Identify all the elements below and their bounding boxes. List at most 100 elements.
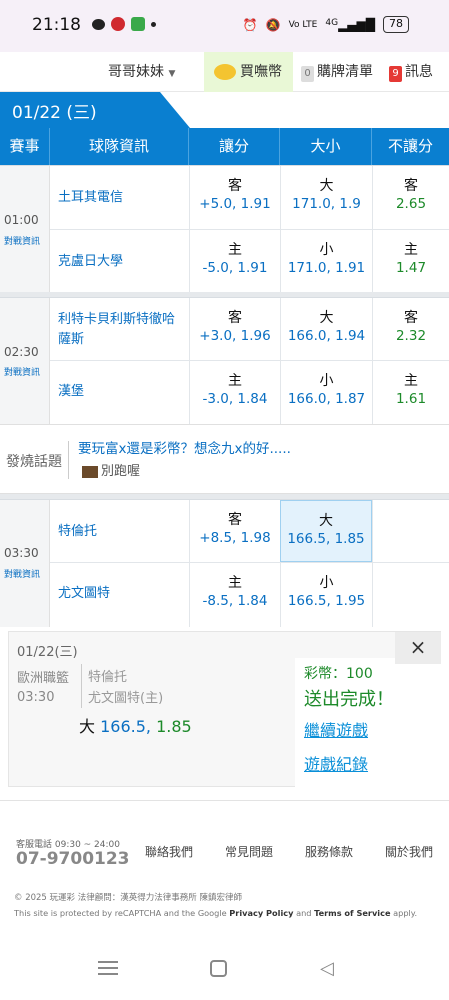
- footer-link-about[interactable]: 關於我們: [385, 843, 433, 860]
- odds-value: 2.65: [395, 196, 427, 212]
- odds-label: 客: [228, 178, 242, 194]
- hotline-number[interactable]: 07-9700123: [16, 849, 130, 869]
- battery-icon: 78: [383, 16, 409, 33]
- close-button[interactable]: ×: [395, 632, 441, 664]
- footer-link-contact[interactable]: 聯絡我們: [145, 843, 193, 860]
- pick-label: 大: [79, 717, 96, 736]
- odds-label: 小: [319, 242, 334, 258]
- popup-pick: 大 166.5, 1.85: [79, 713, 192, 737]
- user-menu[interactable]: 哥哥妹妹 ▼: [108, 52, 175, 92]
- buy-coins-button[interactable]: 買嘸幣: [204, 52, 293, 92]
- messages-label: 訊息: [405, 64, 433, 80]
- odds-value: +3.0, 1.96: [199, 328, 271, 344]
- close-icon: ×: [409, 635, 427, 659]
- home-button[interactable]: [210, 960, 227, 977]
- game-history-link[interactable]: 遊戲紀錄: [304, 751, 368, 775]
- odds-spread-away[interactable]: 客 +8.5, 1.98: [189, 500, 280, 562]
- odds-value: 166.5, 1.85: [287, 531, 365, 547]
- odds-spread-away[interactable]: 客 +3.0, 1.96: [189, 298, 280, 360]
- messages-link[interactable]: 9 訊息: [389, 52, 433, 92]
- chevron-down-icon: ▼: [168, 69, 176, 79]
- odds-ou-under[interactable]: 小 166.0, 1.87: [280, 361, 372, 424]
- odds-spread-home[interactable]: 主 -5.0, 1.91: [189, 230, 280, 293]
- odds-value: 2.32: [395, 328, 427, 344]
- author-avatar-icon: [82, 465, 98, 478]
- odds-ml-home-empty: [372, 563, 449, 627]
- app-green-icon: [131, 17, 145, 31]
- terms-of-service-link[interactable]: Terms of Service: [314, 908, 390, 918]
- odds-label: 小: [319, 575, 334, 591]
- odds-ml-away[interactable]: 客 2.32: [372, 298, 449, 360]
- odds-label: 主: [404, 373, 418, 389]
- odds-value: 171.0, 1.91: [287, 260, 366, 276]
- odds-label: 大: [319, 513, 333, 529]
- team-home: 尤文圖特: [58, 586, 111, 601]
- match-time: 02:30: [4, 345, 39, 359]
- footer-link-terms[interactable]: 服務條款: [305, 843, 353, 860]
- hot-topic[interactable]: 發燒話題 要玩富x還是彩幣？想念九x的好..... 別跑喔: [0, 424, 449, 494]
- match-info-link[interactable]: 對戰資訊: [4, 365, 40, 378]
- odds-ou-under[interactable]: 小 166.5, 1.95: [280, 563, 372, 627]
- network-type: 4G: [325, 17, 339, 28]
- popup-team-away: 特倫托: [88, 670, 128, 685]
- match-time-col: 02:30 對戰資訊: [0, 298, 50, 424]
- odds-spread-home[interactable]: 主 -8.5, 1.84: [189, 563, 280, 627]
- back-icon: ◁: [320, 958, 334, 979]
- odds-value: -8.5, 1.84: [202, 593, 268, 609]
- hot-topic-title[interactable]: 要玩富x還是彩幣？想念九x的好.....: [78, 437, 291, 457]
- odds-spread-home[interactable]: 主 -3.0, 1.84: [189, 361, 280, 424]
- app-red-icon: [111, 17, 125, 31]
- match-time-col: 01:00 對戰資訊: [0, 166, 50, 293]
- bet-confirmation-popup: 01/22(三) 歐洲職籃 03:30 特倫托 尤文圖特(主) 大 166.5,…: [8, 631, 441, 787]
- recaptcha-notice: This site is protected by reCAPTCHA and …: [14, 908, 417, 918]
- odds-label: 主: [228, 242, 242, 258]
- buy-coins-label: 買嘸幣: [240, 64, 282, 80]
- popup-time: 03:30: [17, 690, 55, 705]
- coin-icon: [214, 64, 236, 80]
- odds-value: +5.0, 1.91: [199, 196, 271, 212]
- odds-ml-home[interactable]: 主 1.61: [372, 361, 449, 424]
- team-away: 土耳其電信: [58, 190, 124, 205]
- odds-value: 1.47: [395, 260, 427, 276]
- mute-icon: 🔕: [265, 17, 281, 32]
- chat-icon: [92, 18, 105, 30]
- menu-icon: [98, 961, 118, 975]
- match-info-link[interactable]: 對戰資訊: [4, 567, 40, 580]
- footer-link-faq[interactable]: 常見問題: [225, 843, 273, 860]
- system-nav-bar: ◁: [0, 950, 449, 1000]
- odds-label: 主: [228, 575, 242, 591]
- popup-league: 歐洲職籃: [17, 671, 70, 686]
- team-home: 克盧日大學: [58, 254, 124, 269]
- submit-success: 送出完成！: [304, 689, 394, 710]
- odds-ml-away[interactable]: 客 2.65: [372, 166, 449, 229]
- recaptcha-apply: apply.: [390, 908, 418, 918]
- notification-icons: [92, 17, 156, 31]
- recent-apps-button[interactable]: [98, 961, 118, 977]
- cart-link[interactable]: 0 購牌清單: [301, 52, 373, 92]
- odds-label: 客: [404, 310, 418, 326]
- header-event: 賽事: [0, 128, 50, 165]
- odds-ml-home[interactable]: 主 1.47: [372, 230, 449, 293]
- odds-value: -3.0, 1.84: [202, 391, 268, 407]
- odds-label: 客: [404, 178, 418, 194]
- odds-ou-over[interactable]: 大 171.0, 1.9: [280, 166, 372, 229]
- odds-ml-away-empty: [372, 500, 449, 562]
- odds-ou-over-selected[interactable]: 大 166.5, 1.85: [280, 500, 372, 562]
- continue-game-link[interactable]: 繼續遊戲: [304, 717, 368, 741]
- odds-ou-over[interactable]: 大 166.0, 1.94: [280, 298, 372, 360]
- hot-topic-author: 別跑喔: [101, 464, 141, 479]
- header-over-under: 大小: [280, 128, 372, 165]
- odds-label: 小: [319, 373, 334, 389]
- signal-icon: 4G▂▄▆█: [325, 17, 375, 32]
- match-info-link[interactable]: 對戰資訊: [4, 234, 40, 247]
- odds-value: 171.0, 1.9: [292, 196, 361, 212]
- odds-value: +8.5, 1.98: [199, 530, 271, 546]
- back-button[interactable]: ◁: [320, 958, 334, 979]
- odds-spread-away[interactable]: 客 +5.0, 1.91: [189, 166, 280, 229]
- odds-label: 大: [319, 178, 334, 194]
- odds-ou-under[interactable]: 小 171.0, 1.91: [280, 230, 372, 293]
- privacy-policy-link[interactable]: Privacy Policy: [229, 908, 293, 918]
- odds-label: 主: [404, 242, 418, 258]
- message-count-badge: 9: [389, 66, 402, 82]
- match-row: 01:00 對戰資訊 土耳其電信 克盧日大學 客 +5.0, 1.91 大 171.…: [0, 165, 449, 293]
